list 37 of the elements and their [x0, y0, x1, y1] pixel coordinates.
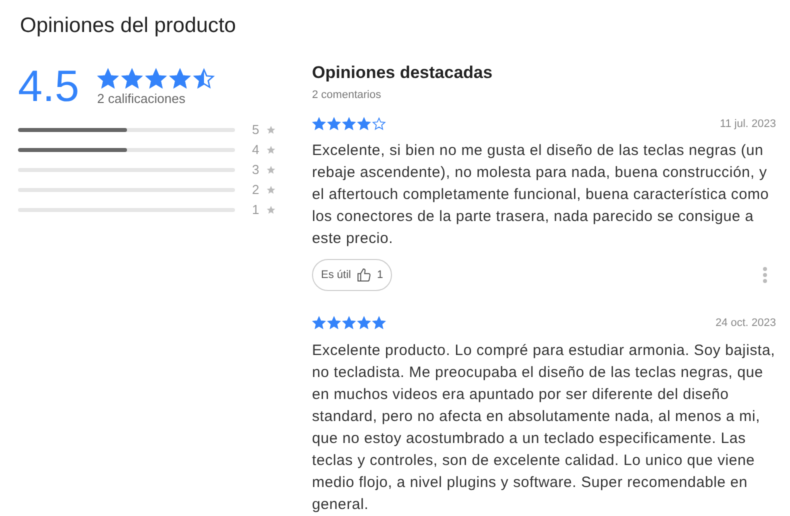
featured-heading: Opiniones destacadas — [312, 62, 494, 84]
section-title: Opiniones del producto — [20, 13, 236, 39]
thumbs-up-icon — [356, 267, 372, 283]
more-options-icon[interactable] — [762, 266, 768, 284]
star-level-label: 5 — [252, 120, 260, 139]
star-icon — [266, 124, 276, 134]
rating-count: 2 calificaciones — [97, 92, 186, 106]
star-icon — [357, 316, 371, 330]
star-icon — [327, 316, 341, 330]
star-icon — [121, 68, 144, 90]
review-text: Excelente producto. Lo compré para estudiar armonia. Soy bajista, no tecladista. Me preocupaba el diseño de las teclas negras, que en muchos videos era apuntado por ser diferente del diseño standard, pero no afecta en absolutamente nada, al menos a mi, que no estoy acostumbrado a un teclado especificamente. Las teclas y controles, son de excelente calidad. Lo unico que viene medio flojo, a nivel plugins y software. Super recomendable en general. — [312, 340, 776, 514]
star-icon — [357, 116, 371, 131]
star-icon — [342, 316, 356, 330]
star-icon — [266, 164, 276, 174]
average-rating: 4.5 — [18, 62, 80, 112]
star-level-label: 4 — [252, 140, 260, 159]
star-icon — [342, 116, 356, 131]
star-icon — [312, 116, 326, 131]
review-date: 11 jul. 2023 — [720, 116, 776, 132]
helpful-button[interactable]: Es útil 1 — [312, 259, 392, 291]
star-icon — [169, 68, 192, 90]
star-icon — [372, 316, 386, 330]
star-icon — [145, 68, 168, 90]
review-date: 24 oct. 2023 — [715, 316, 776, 331]
star-icon — [312, 316, 326, 330]
star-icon — [266, 184, 276, 194]
star-icon — [266, 204, 276, 214]
star-level-label: 3 — [252, 160, 260, 179]
star-icon — [97, 68, 120, 90]
review-text: Excelente, si bien no me gusta el diseño de las teclas negras (un rebaje ascendente), no molesta para nada, buena construcción, y el aftertouch completamente funcional, buena característica como los conectores de la parte trasera, nada parecido se consigue a este precio. — [312, 141, 770, 249]
half-star-icon — [193, 68, 216, 90]
star-level-label: 2 — [252, 180, 260, 199]
empty-star-icon — [372, 116, 386, 131]
star-icon — [266, 144, 276, 154]
star-level-label: 1 — [252, 200, 260, 219]
comment-count: 2 comentarios — [312, 88, 382, 103]
star-icon — [327, 116, 341, 131]
